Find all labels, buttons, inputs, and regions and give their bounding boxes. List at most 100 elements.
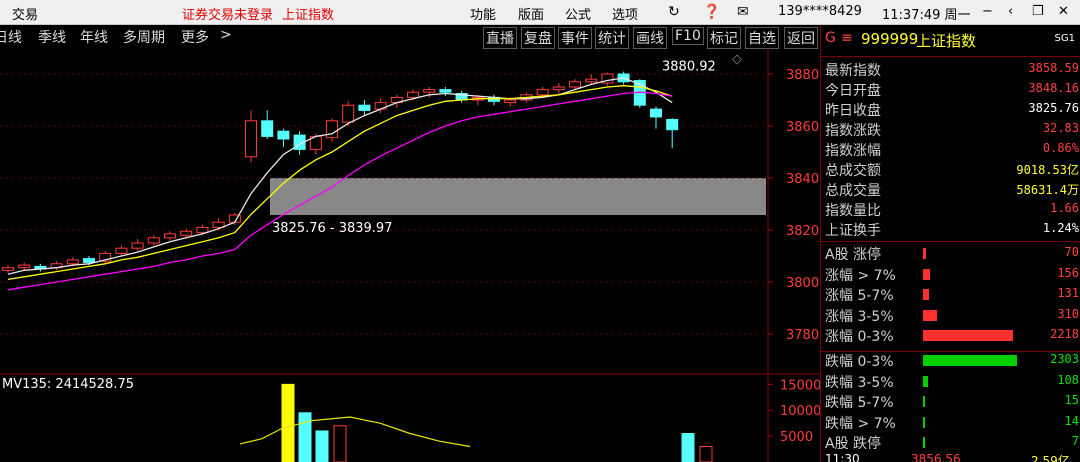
period-daily[interactable]: 日线 (0, 27, 22, 47)
price-tick-label: 3840 (786, 172, 819, 187)
menu-icon[interactable]: ≡ (841, 30, 853, 46)
footer-time: 11:30 (825, 454, 860, 462)
panel-header: G ≡ 999999 上证指数 SG1 (821, 28, 1080, 52)
stat-row: 指数涨幅 0.86% (821, 139, 1080, 159)
footer-extra: 2.59亿 (1031, 454, 1070, 462)
candle-body (245, 120, 257, 158)
volume-bar (681, 433, 695, 462)
stat-value: 1.24% (1042, 221, 1079, 235)
candle-body (261, 120, 274, 137)
stat-row: 总成交量 58631.4万 (821, 179, 1080, 199)
panel-prefix: G (825, 30, 836, 46)
menu-layout[interactable]: 版面 (518, 4, 544, 23)
stat-label: 指数涨跌 (825, 123, 881, 139)
kline-chart[interactable]: 3880 3860 3840 3820 3800 3780 3825.76 - 3839.… (0, 48, 820, 462)
period-yearly[interactable]: 年线 (80, 27, 108, 47)
volume-bars (281, 383, 713, 462)
candle-body (407, 91, 419, 98)
breadth-label: 跌幅 3-5% (825, 374, 894, 391)
user-account[interactable]: 139****8429 (778, 4, 862, 19)
close-icon[interactable]: ✕ (1058, 4, 1069, 19)
breadth-row: A股 跌停 7 (821, 432, 1080, 452)
gap-band (270, 178, 766, 216)
menu-options[interactable]: 选项 (612, 4, 638, 23)
breadth-value: 15 (1064, 393, 1079, 408)
candle-body (439, 89, 452, 93)
trade-login-status[interactable]: 证券交易未登录 (182, 4, 273, 23)
stat-value: 1.66 (1050, 201, 1079, 215)
candle-body (536, 89, 549, 96)
volume-axis: 15000 10000 5000 (768, 378, 820, 445)
stat-value: 32.83 (1042, 121, 1079, 135)
chevron-right-icon[interactable]: > (220, 27, 232, 43)
stat-row: 指数涨跌 32.83 (821, 119, 1080, 139)
breadth-row: 跌幅 3-5% 108 (821, 371, 1080, 391)
stat-row: 昨日收盘 3825.76 (821, 99, 1080, 119)
panel-tag[interactable]: SG1 (1055, 33, 1075, 44)
restore-icon[interactable]: ❐ (1032, 4, 1044, 19)
breadth-label: 涨幅 5-7% (825, 288, 894, 305)
breadth-value: 310 (1057, 306, 1079, 321)
stat-value: 3825.76 (1028, 101, 1079, 115)
candle-body (180, 230, 193, 236)
tool-watchlist[interactable]: 自选 (745, 27, 779, 49)
breadth-row: 跌幅 > 7% 14 (821, 412, 1080, 432)
candle-body (196, 226, 209, 234)
settings-icon[interactable]: ◇ (732, 52, 742, 67)
tool-events[interactable]: 事件 (558, 27, 592, 49)
volume-bar (699, 445, 713, 462)
candle-body (585, 78, 598, 83)
help-icon[interactable]: ❓ (703, 4, 720, 20)
tool-draw[interactable]: 画线 (633, 27, 667, 49)
stock-terminal-window: 交易 证券交易未登录 上证指数 功能 版面 公式 选项 ↻ ❓ ✉ 139***… (0, 0, 1080, 462)
price-tick-label: 3860 (786, 120, 819, 135)
candle-body (147, 237, 160, 244)
breadth-row: 涨幅 3-5% 310 (821, 305, 1080, 325)
menu-trade[interactable]: 交易 (12, 4, 38, 23)
chevron-left-icon[interactable]: ‹ (1008, 4, 1013, 19)
menu-function[interactable]: 功能 (470, 4, 496, 23)
breadth-label: 涨幅 > 7% (825, 267, 896, 284)
breadth-value: 2218 (1050, 327, 1079, 342)
stat-label: 今日开盘 (825, 83, 881, 99)
current-index-name: 上证指数 (282, 8, 335, 23)
period-more[interactable]: 更多 (181, 27, 209, 47)
candle-body (666, 119, 679, 131)
volume-bar (315, 430, 329, 462)
breadth-bar (923, 396, 925, 408)
period-quarterly[interactable]: 季线 (38, 27, 66, 47)
volume-tick-label: 10000 (780, 404, 820, 419)
tool-f10[interactable]: F10 (672, 27, 704, 45)
breadth-value: 156 (1057, 265, 1079, 280)
stat-row: 上证换手 1.24% (821, 219, 1080, 239)
tool-live[interactable]: 直播 (483, 27, 517, 49)
quote-panel: G ≡ 999999 上证指数 SG1 最新指数 3858.59 今日开盘 3848.… (820, 25, 1080, 462)
candle-body (66, 259, 79, 265)
stat-label: 上证换手 (825, 223, 881, 239)
stat-label: 总成交额 (825, 163, 881, 179)
candle-body (115, 247, 128, 254)
breadth-row: 涨幅 5-7% 131 (821, 284, 1080, 304)
stat-value: 58631.4万 (1016, 183, 1079, 197)
tool-back[interactable]: 返回 (784, 27, 818, 49)
minimize-icon[interactable]: − (982, 4, 993, 19)
price-tick-label: 3820 (786, 224, 819, 239)
breadth-bar (923, 355, 1017, 366)
breadth-value: 131 (1057, 286, 1079, 301)
mail-icon[interactable]: ✉ (737, 4, 749, 20)
volume-bar (298, 412, 312, 462)
candle-body (342, 104, 355, 123)
stat-value: 0.86% (1042, 141, 1079, 155)
breadth-value: 2303 (1050, 352, 1079, 366)
gap-label: 3825.76 - 3839.97 (272, 221, 392, 236)
breadth-bar (923, 309, 937, 321)
refresh-icon[interactable]: ↻ (668, 4, 680, 20)
breadth-row: 跌幅 5-7% 15 (821, 391, 1080, 411)
breadth-bar (923, 268, 930, 280)
menu-formula[interactable]: 公式 (565, 4, 591, 23)
volume-label: MV135: 2414528.75 (2, 377, 134, 392)
period-multi[interactable]: 多周期 (123, 27, 165, 47)
tool-mark[interactable]: 标记 (707, 27, 741, 49)
tool-stats[interactable]: 统计 (595, 27, 629, 49)
tool-replay[interactable]: 复盘 (521, 27, 555, 49)
